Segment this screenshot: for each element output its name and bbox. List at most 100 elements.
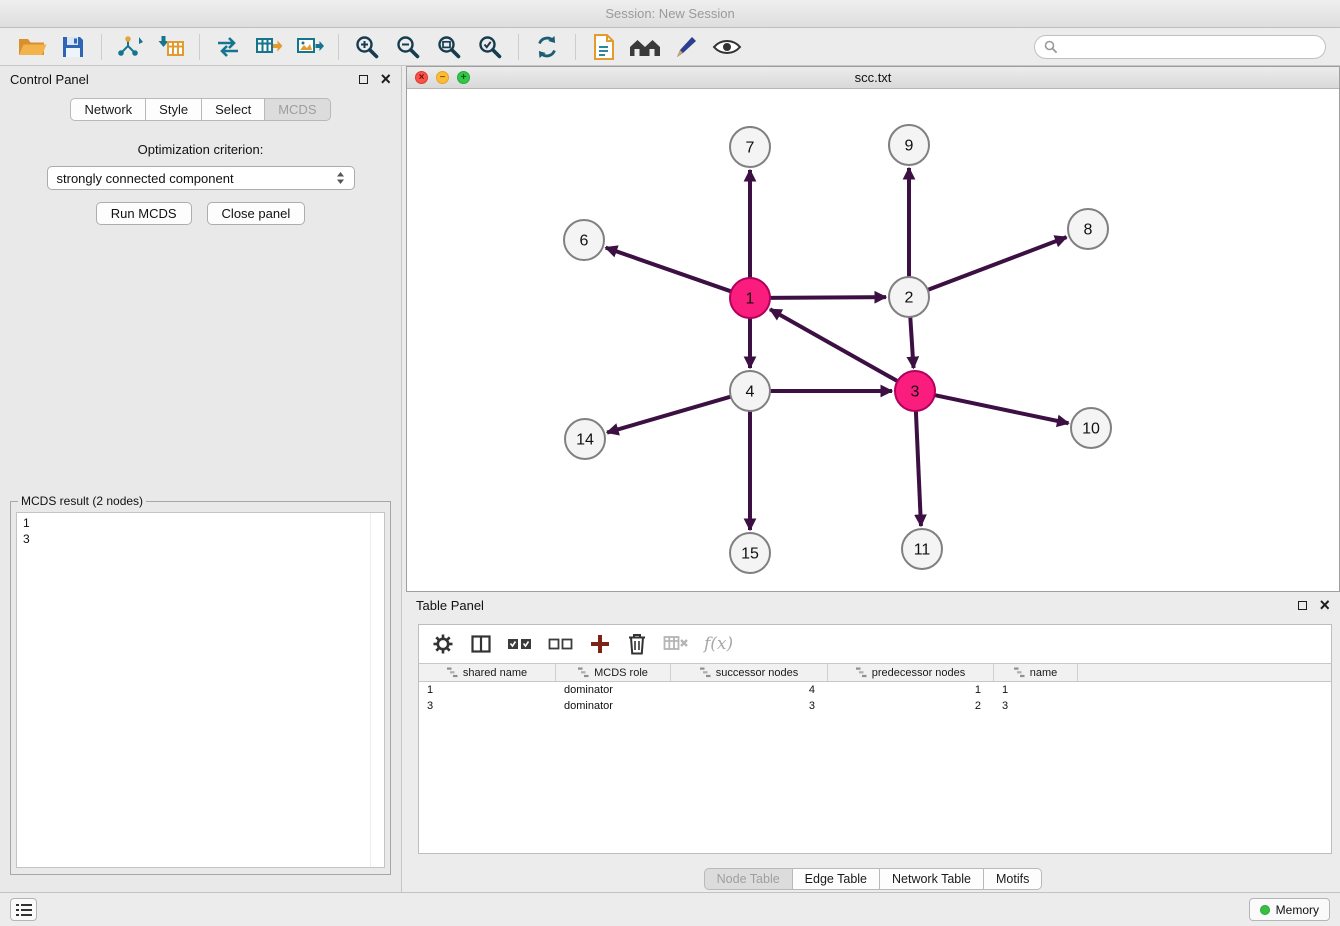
toggle-visibility-button[interactable] xyxy=(709,31,745,63)
unselect-all-button[interactable] xyxy=(548,634,574,654)
unchecked-boxes-icon xyxy=(548,634,574,654)
edge-1-2[interactable] xyxy=(768,297,886,298)
tab-style[interactable]: Style xyxy=(146,98,202,121)
edge-3-1[interactable] xyxy=(770,309,899,382)
search-input[interactable] xyxy=(1064,40,1316,54)
column-header-MCDS-role[interactable]: MCDS role xyxy=(556,664,671,681)
node-10[interactable]: 10 xyxy=(1071,408,1111,448)
tab-network-table[interactable]: Network Table xyxy=(880,868,984,890)
columns-icon xyxy=(470,633,492,655)
node-2[interactable]: 2 xyxy=(889,277,929,317)
node-label: 7 xyxy=(746,140,755,157)
search-box[interactable] xyxy=(1034,35,1326,59)
node-15[interactable]: 15 xyxy=(730,533,770,573)
tab-select[interactable]: Select xyxy=(202,98,265,121)
node-7[interactable]: 7 xyxy=(730,127,770,167)
minimize-window-button[interactable]: − xyxy=(436,71,449,84)
close-mcds-panel-button[interactable]: Close panel xyxy=(207,202,306,225)
edge-1-6[interactable] xyxy=(606,248,733,292)
table-cell: 2 xyxy=(828,700,994,712)
edge-3-10[interactable] xyxy=(933,395,1069,424)
export-table-button[interactable] xyxy=(251,31,287,63)
function-builder-button: f(x) xyxy=(704,634,733,654)
float-panel-icon[interactable] xyxy=(359,75,368,84)
node-3[interactable]: 3 xyxy=(895,371,935,411)
document-share-icon xyxy=(592,33,616,61)
tab-network[interactable]: Network xyxy=(70,98,146,121)
zoom-fit-icon xyxy=(436,34,462,60)
edge-2-8[interactable] xyxy=(926,237,1067,290)
import-network-button[interactable] xyxy=(112,31,148,63)
node-1[interactable]: 1 xyxy=(730,278,770,318)
tab-edge-table[interactable]: Edge Table xyxy=(793,868,880,890)
mcds-result-list[interactable]: 13 xyxy=(16,512,385,868)
table-cell: 3 xyxy=(994,700,1078,712)
node-label: 9 xyxy=(905,138,914,155)
open-session-button[interactable] xyxy=(14,31,50,63)
tab-motifs[interactable]: Motifs xyxy=(984,868,1042,890)
optimization-dropdown[interactable]: strongly connected component xyxy=(47,166,355,190)
control-panel-close-icon[interactable]: × xyxy=(380,70,391,88)
delete-column-button[interactable] xyxy=(626,632,648,656)
window-titlebar[interactable]: Session: New Session xyxy=(0,0,1340,28)
maximize-window-button[interactable]: + xyxy=(457,71,470,84)
clone-network-button[interactable] xyxy=(586,31,622,63)
select-all-button[interactable] xyxy=(507,634,533,654)
network-canvas[interactable]: 7 9 6 8 1 2 4 3 14 10 15 11 xyxy=(407,89,1339,591)
node-6[interactable]: 6 xyxy=(564,220,604,260)
control-panel-tabs: NetworkStyleSelectMCDS xyxy=(0,98,401,121)
edge-2-3[interactable] xyxy=(910,315,913,368)
zoom-selected-button[interactable] xyxy=(472,31,508,63)
node-14[interactable]: 14 xyxy=(565,419,605,459)
export-network-button[interactable] xyxy=(210,31,246,63)
network-window-titlebar[interactable]: × − + scc.txt xyxy=(407,67,1339,89)
edge-3-11[interactable] xyxy=(916,409,921,526)
mcds-result-item[interactable]: 1 xyxy=(23,515,378,531)
export-image-button[interactable] xyxy=(292,31,328,63)
header-filler xyxy=(1078,664,1331,681)
show-columns-button[interactable] xyxy=(470,633,492,655)
table-panel: Table Panel × xyxy=(406,592,1340,892)
style-brush-button[interactable] xyxy=(668,31,704,63)
table-settings-button[interactable] xyxy=(431,632,455,656)
node-8[interactable]: 8 xyxy=(1068,209,1108,249)
tab-mcds[interactable]: MCDS xyxy=(265,98,330,121)
column-header-predecessor-nodes[interactable]: predecessor nodes xyxy=(828,664,994,681)
node-9[interactable]: 9 xyxy=(889,125,929,165)
table-row[interactable]: 3dominator323 xyxy=(419,698,1331,714)
swap-arrows-icon xyxy=(214,35,242,59)
save-session-button[interactable] xyxy=(55,31,91,63)
node-4[interactable]: 4 xyxy=(730,371,770,411)
optimization-label: Optimization criterion: xyxy=(0,142,401,157)
table-panel-close-icon[interactable]: × xyxy=(1319,596,1330,614)
import-table-button[interactable] xyxy=(153,31,189,63)
column-header-shared-name[interactable]: shared name xyxy=(419,664,556,681)
column-header-name[interactable]: name xyxy=(994,664,1078,681)
memory-button[interactable]: Memory xyxy=(1249,898,1330,921)
node-11[interactable]: 11 xyxy=(902,529,942,569)
column-label: successor nodes xyxy=(716,667,799,679)
tab-node-table[interactable]: Node Table xyxy=(704,868,793,890)
close-window-button[interactable]: × xyxy=(415,71,428,84)
edge-4-14[interactable] xyxy=(607,396,733,433)
refresh-view-button[interactable] xyxy=(529,31,565,63)
mcds-result-item[interactable]: 3 xyxy=(23,531,378,547)
column-header-successor-nodes[interactable]: successor nodes xyxy=(671,664,828,681)
create-column-button[interactable] xyxy=(589,633,611,655)
task-history-button[interactable] xyxy=(10,898,37,921)
gear-icon xyxy=(431,632,455,656)
home-button[interactable] xyxy=(627,31,663,63)
run-mcds-button[interactable]: Run MCDS xyxy=(96,202,192,225)
table-panel-float-icon[interactable] xyxy=(1298,601,1307,610)
zoom-in-button[interactable] xyxy=(349,31,385,63)
network-window: × − + scc.txt 7 9 6 8 1 2 4 3 14 10 15 11 xyxy=(406,66,1340,592)
table-row[interactable]: 1dominator411 xyxy=(419,682,1331,698)
table-cell: dominator xyxy=(556,684,671,696)
memory-indicator xyxy=(1260,905,1270,915)
zoom-out-button[interactable] xyxy=(390,31,426,63)
checked-boxes-icon xyxy=(507,634,533,654)
node-table: f(x) shared nameMCDS role successor nodes… xyxy=(418,624,1332,854)
control-panel: Control Panel × NetworkStyleSelectMCDS O… xyxy=(0,66,402,892)
zoom-fit-button[interactable] xyxy=(431,31,467,63)
table-cell: 1 xyxy=(419,684,556,696)
